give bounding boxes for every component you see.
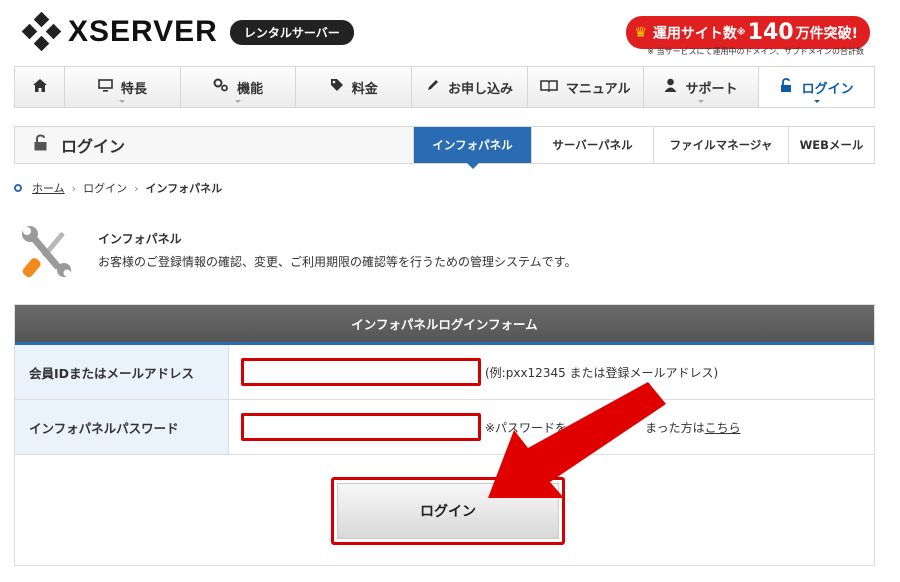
monitor-icon [98, 78, 113, 96]
nav-item-home[interactable] [15, 67, 65, 107]
password-hint: ※パスワードを まった方はこちら [485, 419, 741, 436]
book-icon [540, 79, 558, 96]
nav-item-support[interactable]: サポート [644, 67, 760, 107]
logo-mark-icon [21, 11, 62, 52]
nav-label: 料金 [351, 81, 378, 97]
unlock-icon [33, 134, 51, 156]
tag-icon [330, 78, 344, 96]
chevron-down-icon [119, 100, 126, 103]
nav-label: サポート [685, 81, 738, 97]
logo-badge: レンタルサーバー [229, 19, 354, 45]
intro-section: インフォパネル お客様のご登録情報の確認、変更、ご利用期限の確認等を行うための管… [18, 224, 576, 280]
nav-label: 機能 [237, 81, 264, 97]
promo-number: 140 [747, 20, 794, 45]
chevron-right-icon: › [134, 181, 139, 195]
chevron-down-icon [697, 100, 704, 103]
member-id-input[interactable] [241, 358, 481, 386]
person-icon [664, 78, 677, 96]
nav-item-apply[interactable]: お申し込み [412, 67, 528, 107]
home-icon [32, 78, 47, 96]
intro-description: お客様のご登録情報の確認、変更、ご利用期限の確認等を行うための管理システムです。 [98, 255, 577, 269]
nav-item-functions[interactable]: 機能 [181, 67, 297, 107]
chevron-down-icon [813, 100, 820, 103]
chevron-down-icon [235, 100, 242, 103]
id-hint: (例:pxx12345 または登録メールアドレス) [485, 365, 719, 380]
nav-label: ログイン [801, 81, 854, 97]
nav-label: マニュアル [565, 81, 631, 97]
page-title-text: ログイン [61, 137, 126, 156]
form-row-password: インフォパネルパスワード ※パスワードを まった方はこちら [15, 400, 874, 455]
password-hint-mid: まった方は [645, 420, 705, 435]
password-hint-prefix: ※パスワードを [485, 420, 568, 435]
breadcrumb-dot-icon [14, 184, 22, 192]
nav-label: お申し込み [448, 81, 514, 97]
login-button[interactable]: ログイン [337, 483, 559, 539]
tab-infopanel[interactable]: インフォパネル [413, 127, 531, 169]
nav-item-features[interactable]: 特長 [65, 67, 181, 107]
nav-item-login[interactable]: ログイン [759, 67, 875, 107]
login-subheader: ログイン インフォパネル サーバーパネル ファイルマネージャ WEBメール [14, 126, 875, 169]
tab-webmail[interactable]: WEBメール [788, 127, 874, 163]
promo-prefix: 運用サイト数 [652, 25, 737, 42]
xserver-logo[interactable]: XSERVER レンタルサーバー [21, 11, 354, 52]
form-heading: インフォパネルログインフォーム [15, 305, 874, 345]
promo-star: ※ [736, 27, 746, 38]
breadcrumb-current: インフォパネル [145, 182, 223, 195]
page-title: ログイン [15, 127, 413, 163]
login-form: インフォパネルログインフォーム 会員IDまたはメールアドレス (例:pxx123… [14, 304, 875, 566]
breadcrumb-mid: ログイン [83, 182, 128, 195]
password-reset-link[interactable]: こちら [705, 421, 741, 435]
pencil-icon [426, 78, 440, 96]
tools-icon [18, 224, 76, 280]
logo-text: XSERVER [68, 15, 218, 48]
tab-filemanager[interactable]: ファイルマネージャ [653, 127, 788, 163]
gears-icon [213, 78, 229, 96]
main-nav: 特長 機能 料金 お申し込み マニュアル サポート ログイン [14, 66, 875, 108]
unlock-icon [780, 77, 794, 97]
promo-note: ※ 当サービスにて運用中のドメイン、サブドメインの合計数 [647, 47, 864, 56]
form-row-id: 会員IDまたはメールアドレス (例:pxx12345 または登録メールアドレス) [15, 345, 874, 400]
id-label: 会員IDまたはメールアドレス [15, 345, 229, 399]
tab-serverpanel[interactable]: サーバーパネル [531, 127, 653, 163]
promo-banner: ♛ 運用サイト数 ※ 140 万件突破! [626, 16, 870, 49]
breadcrumb: ホーム › ログイン › インフォパネル [14, 180, 222, 196]
promo-suffix: 万件突破! [795, 25, 858, 42]
nav-item-manual[interactable]: マニュアル [528, 67, 644, 107]
intro-title: インフォパネル [98, 232, 182, 246]
breadcrumb-home-link[interactable]: ホーム [32, 180, 65, 196]
crown-icon: ♛ [634, 24, 647, 41]
nav-item-pricing[interactable]: 料金 [296, 67, 413, 107]
login-button-highlight: ログイン [331, 477, 565, 545]
password-label: インフォパネルパスワード [15, 400, 229, 454]
chevron-right-icon: › [71, 181, 77, 195]
password-input[interactable] [241, 413, 481, 441]
nav-label: 特長 [120, 81, 147, 97]
